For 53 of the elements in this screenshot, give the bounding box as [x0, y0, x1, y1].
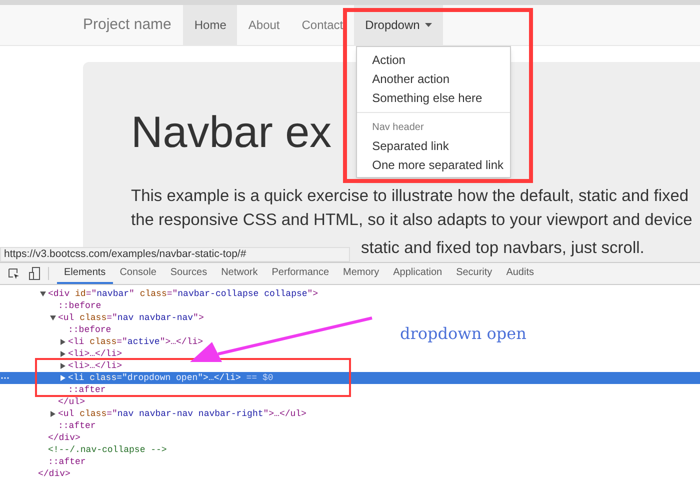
- menu-header: Nav header: [371, 120, 425, 134]
- devtools-tab[interactable]: Console: [112, 263, 164, 284]
- device-toolbar-icon[interactable]: [29, 267, 40, 280]
- collapsed-triangle-icon[interactable]: [60, 339, 66, 345]
- dom-node-text: ::after: [48, 456, 86, 468]
- collapsed-triangle-icon[interactable]: [50, 411, 56, 417]
- dom-node-text: <div id="navbar" class="navbar-collapse collapse">: [48, 288, 318, 300]
- expanded-triangle-icon[interactable]: [40, 291, 46, 297]
- nav-link[interactable]: Contact: [290, 5, 354, 45]
- devtools-tab[interactable]: Sources: [163, 263, 214, 284]
- selected-dom-row[interactable]: <li class="dropdown open">…</li> == $0: [0, 372, 700, 384]
- devtools-tab[interactable]: Performance: [264, 263, 336, 284]
- dom-node-text: </div>: [38, 468, 70, 480]
- dom-node-text: <li>…</li>: [68, 360, 122, 372]
- annotation-label: dropdown open: [400, 323, 526, 345]
- menu-item[interactable]: One more separated link: [357, 155, 510, 174]
- menu-item[interactable]: Action: [357, 50, 510, 69]
- jumbotron-heading: Navbar ex: [131, 107, 332, 159]
- nav-link[interactable]: Dropdown: [354, 5, 443, 45]
- devtools-tab[interactable]: Memory: [336, 263, 386, 284]
- devtools-tab[interactable]: Elements: [57, 263, 113, 284]
- jumbotron-text: the responsive CSS and HTML, so it also adapts to your viewport and device: [131, 210, 694, 231]
- dom-node-text: <ul class="nav navbar-nav navbar-right">…</ul>: [58, 408, 306, 420]
- dom-node-text: ::before: [58, 300, 102, 312]
- status-url-bar: https://v3.bootcss.com/examples/navbar-static-top/#: [0, 247, 350, 262]
- nav-link[interactable]: About: [237, 5, 291, 45]
- dom-node-text: </div>: [48, 432, 80, 444]
- devtools-tab[interactable]: Network: [214, 263, 265, 284]
- dom-node-text: <ul class="nav navbar-nav">: [58, 312, 204, 324]
- menu-item[interactable]: Something else here: [357, 88, 510, 107]
- brand-link[interactable]: Project name: [83, 14, 172, 36]
- inspect-element-icon[interactable]: [8, 268, 20, 280]
- dom-node-text: <!--/.nav-collapse -->: [48, 444, 167, 456]
- collapsed-triangle-icon[interactable]: [60, 363, 66, 369]
- expanded-triangle-icon[interactable]: [50, 315, 56, 321]
- devtools-tab[interactable]: Application: [386, 263, 450, 284]
- dom-node-text: <li>…</li>: [68, 348, 122, 360]
- menu-item[interactable]: Another action: [357, 69, 510, 88]
- collapsed-triangle-icon[interactable]: [60, 351, 66, 357]
- jumbotron-text: This example is a quick exercise to illustrate how the default, static and fixed: [131, 186, 690, 207]
- nav-link[interactable]: Home: [183, 5, 238, 45]
- caret-icon: [424, 23, 432, 27]
- devtools-tab[interactable]: Audits: [499, 263, 541, 284]
- dom-node-text: <li class="dropdown open">…</li> == $0: [68, 372, 274, 384]
- collapsed-triangle-icon[interactable]: [60, 375, 66, 381]
- devtools-tab[interactable]: Security: [449, 263, 500, 284]
- menu-item[interactable]: Separated link: [357, 136, 510, 155]
- dom-node-text: ::after: [68, 384, 106, 396]
- dom-node-text: </ul>: [58, 396, 86, 408]
- dom-node-text: ::after: [58, 420, 96, 432]
- dom-node-text: <li class="active">…</li>: [68, 336, 204, 348]
- dom-node-text: ::before: [68, 324, 112, 336]
- jumbotron-text: static and fixed top navbars, just scroll.: [361, 238, 646, 259]
